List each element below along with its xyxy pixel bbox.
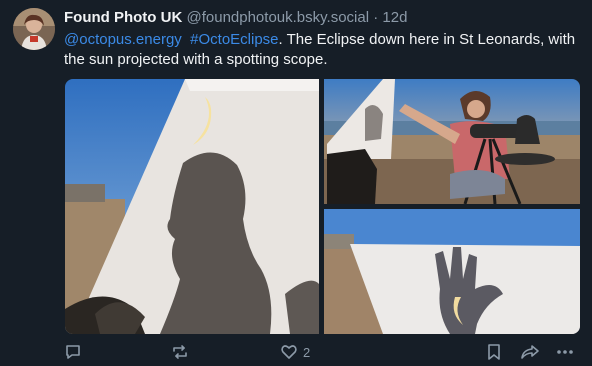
author-handle[interactable]: @foundphotouk.bsky.social (186, 9, 369, 26)
post-card[interactable]: Found Photo UK @foundphotouk.bsky.social… (0, 0, 592, 366)
post-header: Found Photo UK @foundphotouk.bsky.social… (64, 8, 582, 28)
author-avatar[interactable] (13, 8, 55, 50)
like-button[interactable]: 2 (280, 340, 310, 364)
share-button[interactable] (520, 340, 540, 364)
repost-button[interactable] (171, 340, 189, 364)
like-count: 2 (303, 344, 311, 360)
reply-icon (64, 343, 82, 361)
more-icon (556, 343, 574, 361)
bookmark-icon (485, 343, 503, 361)
mention-link[interactable]: @octopus.energy (64, 31, 182, 48)
reply-button[interactable] (64, 340, 82, 364)
image-grid (65, 79, 580, 334)
more-button[interactable] (556, 340, 574, 364)
author-name[interactable]: Found Photo UK (64, 9, 182, 26)
share-icon (520, 343, 540, 361)
heart-icon (280, 343, 298, 361)
bookmark-button[interactable] (485, 340, 503, 364)
post-text: @octopus.energy #OctoEclipse. The Eclips… (64, 30, 584, 70)
hashtag-link[interactable]: #OctoEclipse (190, 31, 278, 48)
photo-crescent-hand-shadow[interactable] (324, 209, 580, 334)
post-actions: 2 (64, 340, 582, 364)
photo-shadow-profile[interactable] (65, 79, 324, 334)
photo-spotting-scope[interactable] (324, 79, 580, 204)
post-age[interactable]: 12d (382, 9, 407, 26)
repost-icon (171, 343, 189, 361)
separator-dot: · (373, 9, 379, 26)
avatar-image (13, 8, 55, 50)
